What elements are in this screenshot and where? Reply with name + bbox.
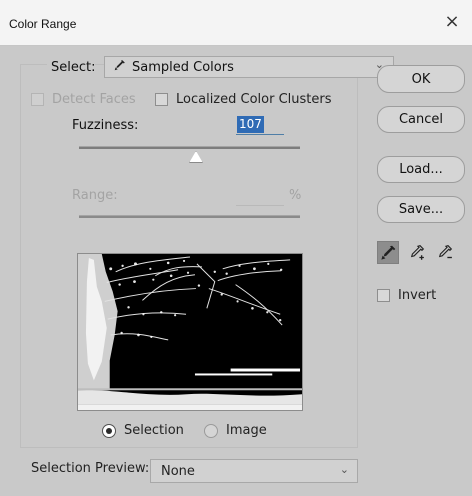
fuzziness-slider-track[interactable] bbox=[79, 146, 300, 149]
eyedropper-icon bbox=[113, 59, 126, 76]
fuzziness-input[interactable]: 107 bbox=[236, 115, 284, 135]
selection-preview-label: Selection Preview: bbox=[31, 461, 150, 476]
localized-clusters-label: Localized Color Clusters bbox=[176, 92, 332, 107]
selection-radio-label: Selection bbox=[124, 423, 184, 438]
cancel-button[interactable]: Cancel bbox=[377, 106, 465, 133]
fuzziness-label: Fuzziness: bbox=[72, 118, 139, 133]
eyedropper-icon[interactable] bbox=[377, 241, 399, 264]
localized-clusters-checkbox[interactable] bbox=[155, 93, 168, 106]
close-icon[interactable]: × bbox=[442, 12, 462, 32]
fuzziness-value: 107 bbox=[237, 116, 264, 133]
invert-label: Invert bbox=[398, 288, 437, 303]
selection-radio-row[interactable]: Selection bbox=[102, 423, 184, 438]
image-radio[interactable] bbox=[204, 423, 218, 438]
window-title: Color Range bbox=[9, 17, 77, 31]
select-row: Select: Sampled Colors ⌄ bbox=[47, 56, 394, 79]
eyedropper-tools bbox=[377, 241, 455, 264]
detect-faces-label: Detect Faces bbox=[52, 92, 136, 107]
select-label: Select: bbox=[47, 60, 96, 75]
detect-faces-row[interactable]: Detect Faces bbox=[31, 92, 136, 107]
window-titlebar: Color Range × bbox=[0, 0, 472, 46]
select-value: Sampled Colors bbox=[132, 59, 234, 75]
invert-row[interactable]: Invert bbox=[377, 288, 436, 303]
ok-button[interactable]: OK bbox=[377, 65, 465, 93]
selection-preview-dropdown[interactable]: None ⌄ bbox=[150, 459, 358, 483]
tree-mask-image bbox=[78, 254, 302, 410]
add-to-sample-eyedropper-icon[interactable] bbox=[405, 241, 427, 264]
select-dropdown[interactable]: Sampled Colors ⌄ bbox=[104, 56, 394, 78]
save-button[interactable]: Save... bbox=[377, 196, 465, 223]
range-label: Range: bbox=[72, 188, 118, 203]
range-slider-track[interactable] bbox=[79, 215, 300, 218]
selection-radio[interactable] bbox=[102, 423, 116, 438]
image-radio-row[interactable]: Image bbox=[204, 423, 267, 438]
chevron-down-icon: ⌄ bbox=[339, 463, 349, 476]
image-radio-label: Image bbox=[226, 423, 267, 438]
localized-clusters-row[interactable]: Localized Color Clusters bbox=[155, 92, 332, 107]
selection-preview-value: None bbox=[161, 463, 195, 479]
load-button[interactable]: Load... bbox=[377, 156, 465, 183]
color-range-dialog: Color Range × Select: Sampled Colors ⌄ D… bbox=[0, 0, 472, 496]
range-unit: % bbox=[289, 188, 302, 203]
range-input[interactable] bbox=[236, 188, 284, 206]
detect-faces-checkbox[interactable] bbox=[31, 93, 44, 106]
subtract-from-sample-eyedropper-icon[interactable] bbox=[433, 241, 455, 264]
selection-preview-image[interactable] bbox=[77, 253, 303, 411]
invert-checkbox[interactable] bbox=[377, 289, 390, 302]
